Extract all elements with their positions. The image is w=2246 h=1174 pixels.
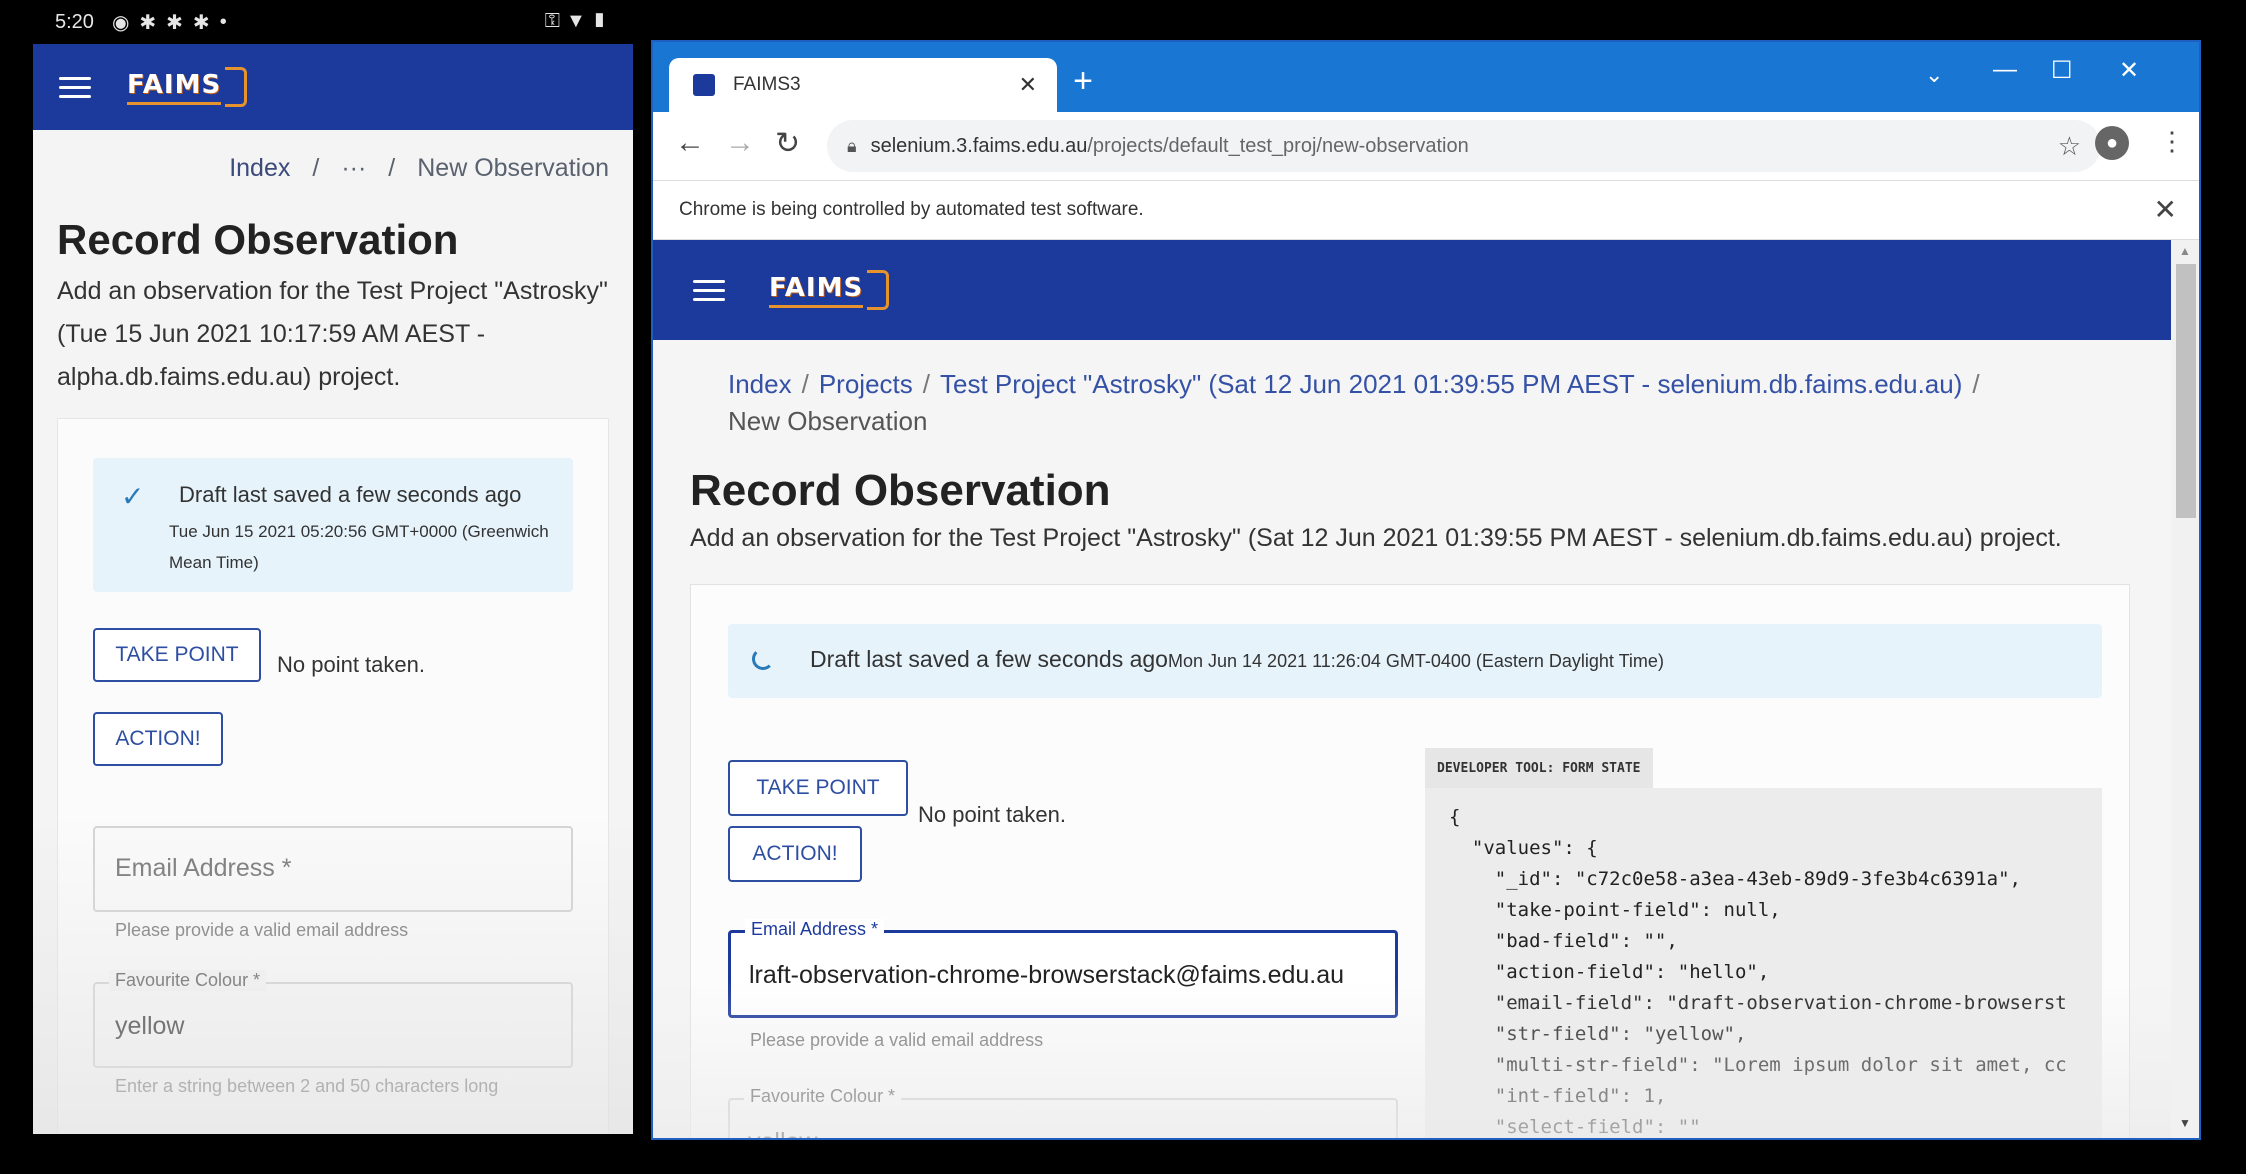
phone-screen: FAIMS Index / ··· / New Observation Reco… (33, 44, 633, 1134)
back-icon[interactable]: ← (675, 126, 705, 160)
page-description: Add an observation for the Test Project … (57, 277, 608, 391)
email-field[interactable]: Email Address * lraft-observation-chrome… (728, 919, 1398, 1018)
account-avatar-icon[interactable]: ● (2095, 126, 2129, 160)
draft-alert-timestamp: Tue Jun 15 2021 05:20:56 GMT+0000 (Green… (169, 522, 549, 572)
favourite-colour-label: Favourite Colour * (744, 1086, 902, 1107)
reload-icon[interactable]: ↻ (775, 126, 800, 161)
email-helper-text: Please provide a valid email address (750, 1030, 1044, 1050)
app-bar: FAIMS (653, 240, 2171, 340)
favourite-colour-field[interactable]: Favourite Colour * yellow (93, 970, 573, 1068)
android-icon-2: ✱ (166, 11, 183, 34)
breadcrumb-projects[interactable]: Projects (819, 369, 913, 399)
maximize-button[interactable]: ☐ (2051, 56, 2073, 85)
status-time: 5:20 (55, 10, 94, 33)
favourite-colour-value: yellow (748, 1128, 817, 1138)
lock-icon[interactable]: 🔒︎ (847, 136, 857, 157)
new-tab-button[interactable]: + (1063, 62, 1103, 101)
tab-close-icon[interactable]: ✕ (1019, 72, 1037, 98)
dev-tool-tab[interactable]: DEVELOPER TOOL: FORM STATE (1425, 748, 1653, 788)
check-icon: ✓ (121, 481, 145, 512)
browser-window: FAIMS3 ✕ + ⌄ — ☐ ✕ ← → ↻ 🔒︎ selenium.3.f… (651, 40, 2201, 1140)
no-point-text: No point taken. (918, 802, 1066, 827)
draft-alert-title: Draft last saved a few seconds ago (179, 482, 522, 507)
infobar-message: Chrome is being controlled by automated … (679, 199, 1144, 220)
draft-alert-timestamp: Mon Jun 14 2021 11:26:04 GMT-0400 (Easte… (1168, 651, 1664, 671)
action-button[interactable]: ACTION! (93, 712, 223, 766)
url-path: /projects/default_test_proj/new-observat… (1087, 134, 1469, 157)
address-bar[interactable]: 🔒︎ selenium.3.faims.edu.au/projects/defa… (827, 120, 2101, 172)
scrollbar-thumb[interactable] (2176, 264, 2196, 518)
browser-titlebar: FAIMS3 ✕ + ⌄ — ☐ ✕ (653, 42, 2199, 112)
android-icon-3: ✱ (192, 11, 210, 34)
breadcrumb-ellipsis[interactable]: ··· (341, 154, 366, 183)
breadcrumb-current: New Observation (728, 406, 928, 436)
no-point-text: No point taken. (277, 652, 425, 677)
phone-status-bar: 5:20 ◉ ✱ ✱ ✱ • ⚿▼▮ (33, 0, 633, 44)
breadcrumb-index[interactable]: Index (229, 154, 290, 183)
scroll-down-icon[interactable]: ▼ (2179, 1116, 2191, 1130)
automation-infobar: Chrome is being controlled by automated … (653, 180, 2199, 240)
url-text[interactable]: selenium.3.faims.edu.au/projects/default… (871, 135, 2058, 158)
email-field-label: Email Address * (745, 919, 885, 940)
chrome-menu-icon[interactable]: ⋮ (2159, 126, 2185, 157)
email-field[interactable]: Email Address * (93, 826, 573, 912)
email-field-value: lraft-observation-chrome-browserstack@fa… (749, 961, 1345, 989)
url-host: selenium.3.faims.edu.au (870, 134, 1088, 157)
breadcrumb-separator: / (388, 154, 396, 182)
take-point-button[interactable]: TAKE POINT (93, 628, 261, 682)
take-point-button[interactable]: TAKE POINT (728, 760, 908, 816)
page-title: Record Observation (57, 216, 459, 263)
tab-title: FAIMS3 (733, 74, 801, 95)
more-notifications-icon: • (219, 10, 227, 33)
draft-alert-title: Draft last saved a few seconds ago (810, 646, 1168, 672)
bookmark-star-icon[interactable]: ☆ (2058, 131, 2081, 162)
favourite-colour-value: yellow (115, 1012, 185, 1040)
phone-app-bar: FAIMS (33, 44, 633, 130)
breadcrumb-project[interactable]: Test Project "Astrosky" (Sat 12 Jun 2021… (940, 369, 1962, 399)
email-helper-text: Please provide a valid email address (115, 920, 409, 940)
favourite-colour-label: Favourite Colour * (109, 970, 267, 991)
menu-icon[interactable] (693, 274, 725, 307)
email-field-label: Email Address * (115, 854, 292, 882)
minimize-button[interactable]: — (1993, 56, 2017, 84)
page-scrollbar[interactable]: ▲ ▼ (2171, 240, 2199, 1138)
favourite-colour-field[interactable]: Favourite Colour * yellow (728, 1086, 1398, 1138)
scroll-up-icon[interactable]: ▲ (2179, 244, 2191, 258)
draft-alert: ✓ Draft last saved a few seconds ago Tue… (93, 458, 573, 592)
profile-dropdown-icon[interactable]: ⌄ (1925, 62, 1943, 88)
faims-logo[interactable]: FAIMS (769, 270, 890, 310)
menu-icon[interactable] (59, 71, 91, 104)
breadcrumb-separator: / (922, 369, 930, 399)
dev-tool-form-state: { "values": { "_id": "c72c0e58-a3ea-43eb… (1425, 788, 2102, 1138)
chrome-notification-icon: ◉ (111, 11, 130, 34)
breadcrumb-separator: / (312, 154, 320, 182)
browser-toolbar: ← → ↻ 🔒︎ selenium.3.faims.edu.au/project… (653, 112, 2199, 180)
page-title: Record Observation (690, 466, 1111, 515)
form-state-json: { "values": { "_id": "c72c0e58-a3ea-43eb… (1449, 806, 2067, 1138)
faims-logo[interactable]: FAIMS (127, 67, 248, 107)
browser-tab[interactable]: FAIMS3 ✕ (669, 58, 1057, 112)
breadcrumb-index[interactable]: Index (728, 369, 792, 399)
faims-favicon (693, 74, 715, 96)
web-page: FAIMS Index / Projects / Test Project "Astro… (653, 240, 2171, 1138)
breadcrumb: Index / ··· / New Observation (229, 154, 609, 183)
infobar-close-icon[interactable]: ✕ (2154, 193, 2177, 226)
breadcrumb-separator: / (1972, 369, 1980, 399)
saving-spinner-icon (752, 648, 774, 670)
breadcrumb-current: New Observation (417, 154, 609, 182)
close-window-button[interactable]: ✕ (2119, 56, 2139, 85)
favourite-colour-helper-text: Enter a string between 2 and 50 characte… (115, 1076, 499, 1096)
forward-icon[interactable]: → (725, 126, 755, 160)
page-description: Add an observation for the Test Project … (690, 524, 2062, 552)
status-icons: ⚿▼▮ (544, 10, 613, 32)
draft-alert: Draft last saved a few seconds ago Mon J… (728, 624, 2102, 698)
breadcrumb-separator: / (801, 369, 809, 399)
action-button[interactable]: ACTION! (728, 826, 862, 882)
android-icon: ✱ (139, 11, 157, 34)
breadcrumb: Index / Projects / Test Project "Astrosky" (… (728, 366, 2108, 440)
